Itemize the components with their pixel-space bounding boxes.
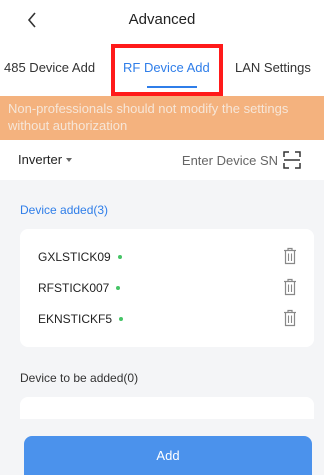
caret-down-icon	[66, 157, 73, 162]
warning-banner: Non-professionals should not modify the …	[0, 96, 324, 140]
trash-icon[interactable]	[282, 278, 298, 296]
device-entry-row: Inverter	[0, 140, 324, 180]
header-bar: Advanced	[0, 0, 324, 42]
list-item: RFSTICK007	[20, 272, 314, 304]
device-name: EKNSTICKF5	[38, 312, 124, 326]
device-name: RFSTICK007	[38, 281, 121, 295]
device-to-be-added-card	[20, 397, 314, 419]
list-item: GXLSTICK09	[20, 241, 314, 273]
device-type-label: Inverter	[18, 152, 63, 167]
device-name: GXLSTICK09	[38, 250, 122, 264]
device-type-dropdown[interactable]: Inverter	[18, 152, 73, 167]
device-sn-input[interactable]	[150, 149, 278, 171]
online-status-dot	[116, 285, 121, 290]
tab-lan-settings[interactable]: LAN Settings	[235, 60, 311, 75]
online-status-dot	[119, 316, 124, 321]
trash-icon[interactable]	[282, 309, 298, 327]
online-status-dot	[117, 254, 122, 259]
device-added-card: GXLSTICK09 RFSTICK007 EKNSTICKF5	[20, 229, 314, 347]
page-title: Advanced	[128, 11, 196, 28]
tab-485-device-add[interactable]: 485 Device Add	[4, 60, 95, 75]
trash-icon[interactable]	[282, 247, 298, 265]
device-to-be-added-heading: Device to be added(0)	[20, 371, 139, 385]
highlight-annotation-box	[111, 44, 223, 96]
add-button[interactable]: Add	[24, 436, 312, 475]
list-item: EKNSTICKF5	[20, 303, 314, 335]
device-added-heading: Device added(3)	[20, 203, 109, 217]
scan-icon[interactable]	[283, 151, 301, 169]
